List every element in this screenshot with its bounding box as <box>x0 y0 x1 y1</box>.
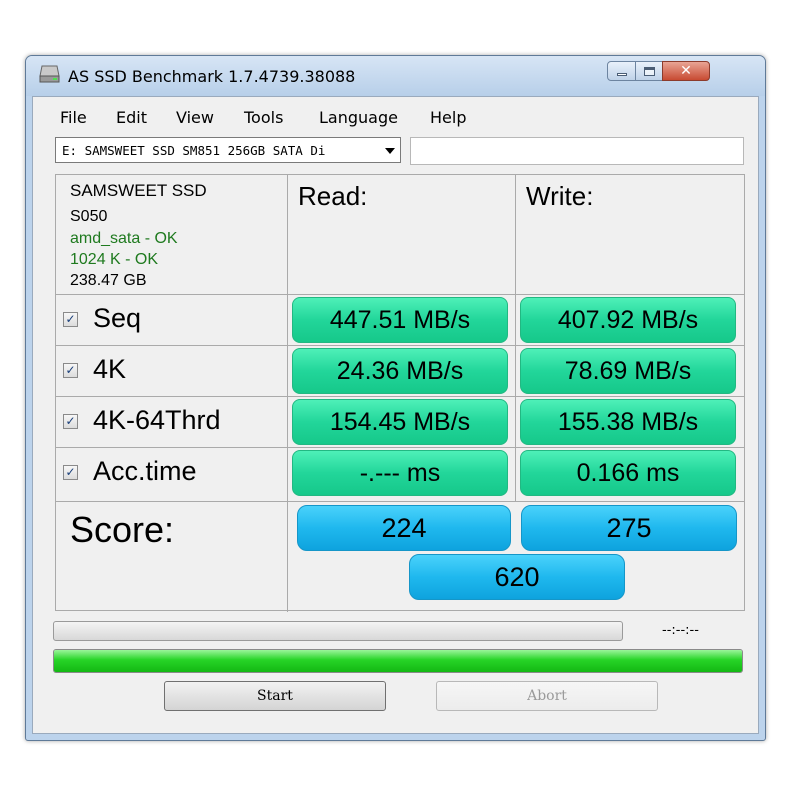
menu-help[interactable]: Help <box>428 108 468 127</box>
drive-name: SAMSWEET SSD <box>70 181 207 200</box>
4k64-label: 4K-64Thrd <box>93 405 221 435</box>
acctime-label: Acc.time <box>93 456 197 486</box>
write-score: 275 <box>521 505 737 551</box>
4k-label: 4K <box>93 354 127 384</box>
start-button[interactable]: Start <box>164 681 386 711</box>
drive-firmware: S050 <box>70 208 108 225</box>
overall-progress-bar <box>53 649 743 673</box>
seq-write-value: 407.92 MB/s <box>520 297 736 343</box>
menu-edit[interactable]: Edit <box>114 108 149 127</box>
seq-read-value: 447.51 MB/s <box>292 297 508 343</box>
drive-icon <box>39 65 60 83</box>
minimize-button[interactable] <box>607 61 636 81</box>
client-area: File Edit View Tools Language Help E: SA… <box>32 96 759 734</box>
4k-write-value: 78.69 MB/s <box>520 348 736 394</box>
drive-select[interactable]: E: SAMSWEET SSD SM851 256GB SATA Di <box>55 137 401 163</box>
acctime-write-value: 0.166 ms <box>520 450 736 496</box>
minimize-icon <box>616 72 627 76</box>
window-title: AS SSD Benchmark 1.7.4739.38088 <box>68 67 356 86</box>
seq-checkbox[interactable]: ✓ <box>63 312 78 327</box>
close-icon: ✕ <box>680 63 692 79</box>
title-bar[interactable]: AS SSD Benchmark 1.7.4739.38088 ✕ <box>26 56 765 96</box>
maximize-icon <box>643 66 655 76</box>
menu-view[interactable]: View <box>174 108 216 127</box>
read-score: 224 <box>297 505 511 551</box>
maximize-button[interactable] <box>635 61 663 81</box>
4k64-checkbox[interactable]: ✓ <box>63 414 78 429</box>
results-grid: SAMSWEET SSD S050 amd_sata - OK 1024 K -… <box>55 174 745 612</box>
4k64-write-value: 155.38 MB/s <box>520 399 736 445</box>
4k-read-value: 24.36 MB/s <box>292 348 508 394</box>
menu-language[interactable]: Language <box>317 108 400 127</box>
elapsed-time: --:--:-- <box>662 623 699 638</box>
overall-progress-fill <box>54 650 742 672</box>
abort-button[interactable]: Abort <box>436 681 658 711</box>
app-window: AS SSD Benchmark 1.7.4739.38088 ✕ File E… <box>25 55 766 741</box>
acctime-read-value: -.--- ms <box>292 450 508 496</box>
write-column-header: Write: <box>526 181 594 211</box>
4k-checkbox[interactable]: ✓ <box>63 363 78 378</box>
dropdown-arrow-icon[interactable] <box>385 148 395 154</box>
menu-bar: File Edit View Tools Language Help <box>33 105 758 131</box>
4k64-read-value: 154.45 MB/s <box>292 399 508 445</box>
drive-capacity: 238.47 GB <box>70 272 147 289</box>
menu-tools[interactable]: Tools <box>242 108 285 127</box>
test-progress-bar <box>53 621 623 641</box>
score-label: Score: <box>70 509 175 550</box>
total-score: 620 <box>409 554 625 600</box>
close-button[interactable]: ✕ <box>662 61 710 81</box>
menu-file[interactable]: File <box>58 108 89 127</box>
acctime-checkbox[interactable]: ✓ <box>63 465 78 480</box>
drive-select-value: E: SAMSWEET SSD SM851 256GB SATA Di <box>62 143 326 158</box>
alignment-status: 1024 K - OK <box>70 251 159 268</box>
drive-info-field <box>410 137 744 165</box>
read-column-header: Read: <box>298 181 368 211</box>
seq-label: Seq <box>93 303 142 333</box>
driver-status: amd_sata - OK <box>70 230 178 247</box>
